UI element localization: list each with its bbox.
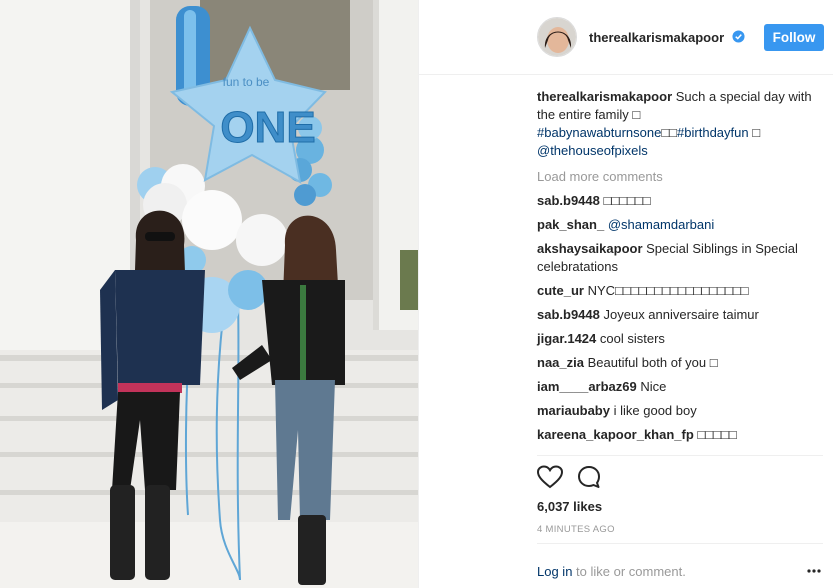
comment-username[interactable]: pak_shan_ <box>537 217 604 232</box>
divider <box>537 455 823 456</box>
comment-item: iam____arbaz69 Nice <box>537 378 822 396</box>
follow-button[interactable]: Follow <box>764 24 824 51</box>
comment-item: kareena_kapoor_khan_fp □□□□□ <box>537 426 822 444</box>
comment-username[interactable]: jigar.1424 <box>537 331 596 346</box>
likes-count[interactable]: 6,037 likes <box>537 499 602 514</box>
heart-icon[interactable] <box>537 465 563 489</box>
comment-username[interactable]: mariaubaby <box>537 403 610 418</box>
more-options-icon[interactable] <box>807 568 821 574</box>
comment-item: mariaubaby i like good boy <box>537 402 822 420</box>
login-prompt-text: to like or comment. <box>572 564 686 579</box>
comment-text: Nice <box>640 379 667 394</box>
comment-username[interactable]: akshaysaikapoor <box>537 241 643 256</box>
post-timestamp: 4 MINUTES AGO <box>537 524 615 535</box>
comment-text: Joyeux anniversaire taimur <box>603 307 759 322</box>
verified-badge-icon <box>732 30 745 43</box>
hashtag-link[interactable]: #birthdayfun <box>677 125 749 140</box>
comment-username[interactable]: sab.b9448 <box>537 307 600 322</box>
comment-username[interactable]: iam____arbaz69 <box>537 379 637 394</box>
comment-text: i like good boy <box>613 403 697 418</box>
caption-username[interactable]: therealkarismakapoor <box>537 89 672 104</box>
comment-item: sab.b9448 □□□□□□ <box>537 192 822 210</box>
one-balloon-text: ONE <box>220 103 315 152</box>
login-link[interactable]: Log in <box>537 564 572 579</box>
comment-username[interactable]: sab.b9448 <box>537 193 600 208</box>
mention-link[interactable]: @shamamdarbani <box>608 217 714 232</box>
comment-username[interactable]: cute_ur <box>537 283 584 298</box>
comment-item: cute_ur NYC□□□□□□□□□□□□□□□□□ <box>537 282 822 300</box>
star-balloon-text: fun to be <box>223 75 270 89</box>
comment-text: □□□□□□ <box>603 193 651 208</box>
comment-text: NYC□□□□□□□□□□□□□□□□□ <box>587 283 749 298</box>
caption-emoji: □□ <box>661 125 678 140</box>
comment-item: akshaysaikapoor Special Siblings in Spec… <box>537 240 822 276</box>
comment-bubble-icon[interactable] <box>577 465 601 489</box>
caption-emoji: □ <box>632 107 641 122</box>
comment-text: □□□□□ <box>697 427 737 442</box>
comment-item: sab.b9448 Joyeux anniversaire taimur <box>537 306 822 324</box>
comment-username[interactable]: naa_zia <box>537 355 584 370</box>
comment-item: pak_shan_ @shamamdarbani <box>537 216 822 234</box>
comment-item: jigar.1424 cool sisters <box>537 330 822 348</box>
post-actions <box>537 463 637 491</box>
hashtag-link[interactable]: #babynawabturnsone <box>537 125 661 140</box>
header-username[interactable]: therealkarismakapoor <box>589 30 724 45</box>
mention-link[interactable]: @thehouseofpixels <box>537 143 648 158</box>
comment-item: naa_zia Beautiful both of you □ <box>537 354 822 372</box>
avatar[interactable] <box>537 17 577 57</box>
comment-text: Beautiful both of you □ <box>587 355 718 370</box>
post-header: therealkarismakapoor Follow <box>419 0 833 75</box>
post-caption: therealkarismakapoor Such a special day … <box>537 88 822 160</box>
caption-emoji: □ <box>748 125 761 140</box>
comment-text: cool sisters <box>599 331 665 346</box>
post-photo[interactable]: fun to be ONE <box>0 0 418 588</box>
divider <box>537 543 823 544</box>
load-more-comments-link[interactable]: Load more comments <box>537 168 822 186</box>
comment-username[interactable]: kareena_kapoor_khan_fp <box>537 427 694 442</box>
post-details-panel: therealkarismakapoor Follow therealkaris… <box>418 0 833 588</box>
comments-section: therealkarismakapoor Such a special day … <box>537 88 822 450</box>
login-prompt: Log in to like or comment. <box>537 564 686 579</box>
